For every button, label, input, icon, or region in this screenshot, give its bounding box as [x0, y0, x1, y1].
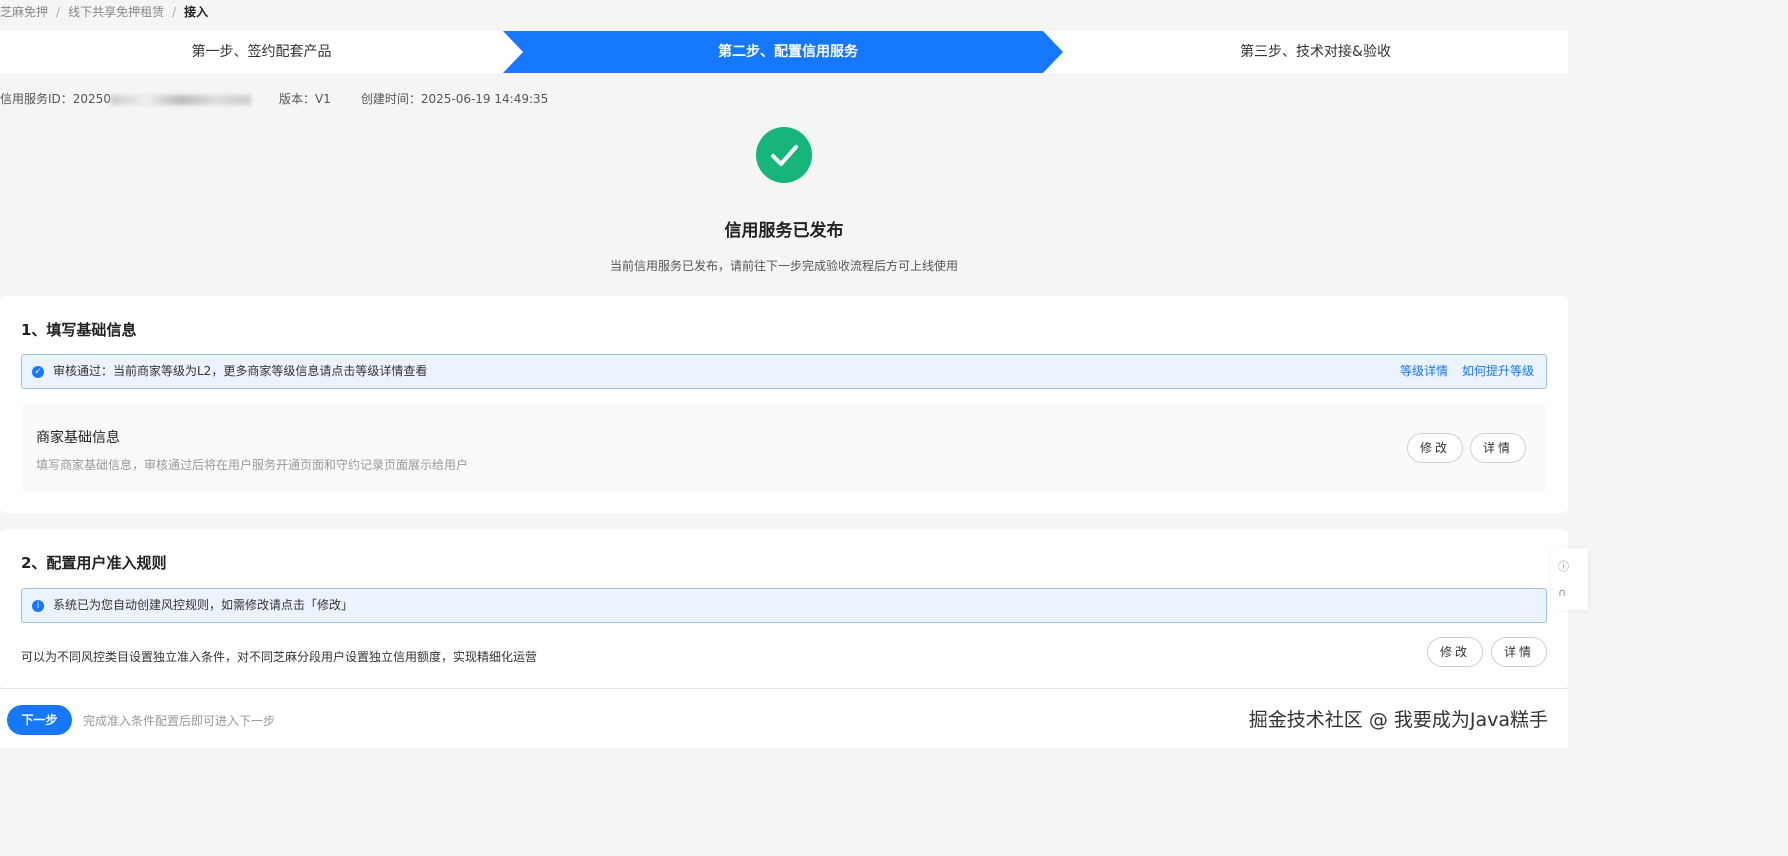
breadcrumb-current: 接入	[184, 5, 209, 19]
floating-help-bar: ⓘ ∩	[1551, 548, 1588, 610]
check-circle-icon: ✓	[32, 366, 44, 378]
rules-desc: 可以为不同风控类目设置独立准入条件，对不同芝麻分段用户设置独立信用额度，实现精细…	[21, 650, 538, 664]
audit-alert: ✓ 审核通过：当前商家等级为L2，更多商家等级信息请点击等级详情查看 等级详情如…	[21, 354, 1547, 389]
result-subtitle: 当前信用服务已发布，请前往下一步完成验收流程后方可上线使用	[609, 259, 958, 273]
service-meta: 信用服务ID：20250 版本：V1 创建时间：2025-06-19 14:49:3…	[0, 90, 578, 107]
level-detail-link[interactable]: 等级详情	[1400, 364, 1448, 378]
item-desc: 填写商家基础信息，审核通过后将在用户服务开通页面和守约记录页面展示给用户	[36, 458, 469, 472]
step-3[interactable]: 第三步、技术对接&验收	[1063, 31, 1568, 73]
item-title: 商家基础信息	[36, 430, 120, 446]
edit-button[interactable]: 修改	[1407, 433, 1463, 463]
step-2-active[interactable]: 第二步、配置信用服务	[523, 31, 1053, 73]
alert-text: 审核通过：当前商家等级为L2，更多商家等级信息请点击等级详情查看	[53, 364, 428, 378]
service-id-value: 20250	[72, 92, 111, 106]
headset-icon[interactable]: ∩	[1558, 586, 1566, 599]
merchant-info-item: 商家基础信息 填写商家基础信息，审核通过后将在用户服务开通页面和守约记录页面展示…	[21, 404, 1547, 492]
improve-level-link[interactable]: 如何提升等级	[1462, 364, 1534, 378]
info-alert: i 系统已为您自动创建风控规则，如需修改请点击「修改」	[21, 588, 1547, 623]
next-hint: 完成准入条件配置后即可进入下一步	[83, 714, 276, 728]
detail-button[interactable]: 详情	[1470, 433, 1526, 463]
alert-text: 系统已为您自动创建风控规则，如需修改请点击「修改」	[53, 598, 354, 612]
version: 版本：V1	[278, 92, 331, 106]
info-icon: i	[32, 600, 44, 612]
redacted-id	[110, 94, 251, 105]
breadcrumb-item[interactable]: 线下共享免押租赁	[68, 5, 164, 19]
step-1[interactable]: 第一步、签约配套产品	[0, 31, 523, 73]
access-rules-card: 2、配置用户准入规则 i 系统已为您自动创建风控规则，如需修改请点击「修改」 可…	[0, 529, 1568, 689]
section-title: 2、配置用户准入规则	[21, 554, 167, 572]
section-title: 1、填写基础信息	[21, 321, 137, 339]
breadcrumb-item[interactable]: 芝麻免押	[0, 5, 48, 19]
help-icon[interactable]: ⓘ	[1558, 558, 1569, 574]
next-step-button[interactable]: 下一步	[7, 705, 72, 735]
breadcrumb: 芝麻免押 / 线下共享免押租赁 / 接入	[0, 5, 209, 19]
basic-info-card: 1、填写基础信息 ✓ 审核通过：当前商家等级为L2，更多商家等级信息请点击等级详…	[0, 296, 1568, 513]
steps-bar: 第一步、签约配套产品 第二步、配置信用服务 第三步、技术对接&验收	[0, 31, 1568, 73]
edit-button[interactable]: 修改	[1427, 637, 1483, 667]
success-check-icon	[756, 127, 812, 183]
detail-button[interactable]: 详情	[1491, 637, 1547, 667]
created-time: 创建时间：2025-06-19 14:49:35	[360, 92, 549, 106]
result-title: 信用服务已发布	[724, 221, 844, 241]
service-id-label: 信用服务ID：	[0, 92, 73, 106]
watermark: 掘金技术社区 @ 我要成为Java糕手	[1248, 709, 1548, 731]
